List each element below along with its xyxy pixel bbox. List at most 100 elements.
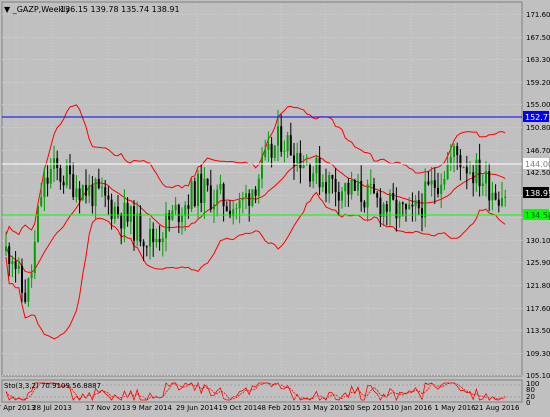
- candle-body: [392, 193, 395, 200]
- candle-body: [264, 149, 267, 158]
- candle-body: [142, 241, 145, 247]
- candle-body: [443, 178, 446, 185]
- candle-body: [216, 189, 219, 205]
- candle-body: [430, 180, 433, 185]
- candle-body: [213, 204, 215, 210]
- candle-body: [72, 174, 75, 198]
- candle-body: [251, 189, 254, 206]
- candle-body: [97, 178, 100, 189]
- candle-body: [85, 185, 87, 196]
- candle-body: [385, 204, 388, 212]
- green-level-text: 134.58: [525, 211, 550, 220]
- candle-body: [309, 163, 311, 182]
- candle-body: [449, 156, 452, 164]
- candle-body: [8, 246, 11, 264]
- candle-body: [33, 241, 36, 274]
- candle-body: [494, 192, 497, 200]
- candle-body: [366, 184, 369, 208]
- candle-body: [206, 178, 209, 186]
- candle-body: [62, 181, 65, 186]
- candle-body: [37, 205, 39, 242]
- candle-body: [65, 165, 68, 186]
- date-tick-label: 19 Oct 2014: [218, 404, 262, 412]
- candle-body: [369, 184, 372, 186]
- candle-body: [181, 215, 183, 223]
- candle-body: [91, 185, 94, 207]
- price-tick-label: 105.10: [526, 372, 550, 380]
- price-tick-label: 171.60: [526, 11, 550, 19]
- candle-body: [88, 185, 91, 196]
- candle: [81, 184, 84, 202]
- candle-body: [120, 214, 123, 229]
- candle-body: [254, 189, 257, 196]
- candle-body: [481, 183, 484, 187]
- candle-body: [248, 193, 251, 206]
- candle-body: [363, 201, 366, 208]
- candle-body: [273, 145, 276, 158]
- candle-body: [267, 143, 270, 150]
- candle-body: [411, 204, 414, 207]
- candle-body: [398, 202, 401, 219]
- candle-body: [465, 167, 468, 174]
- date-tick-label: 8 Feb 2015: [261, 404, 300, 412]
- candle-body: [190, 181, 193, 210]
- candle-body: [328, 174, 331, 194]
- candle-body: [27, 278, 30, 302]
- candle-body: [341, 191, 343, 201]
- price-chart[interactable]: 171.60 167.50 163.30 159.20 155.00 150.80 146.…: [0, 0, 550, 413]
- candle-body: [165, 213, 167, 239]
- candle-body: [126, 202, 129, 222]
- candle-body: [117, 206, 119, 215]
- candle-body: [238, 200, 241, 209]
- candle-body: [257, 178, 260, 196]
- candle-body: [462, 167, 465, 169]
- candle-body: [129, 206, 132, 222]
- white-level-text: 144.00: [525, 160, 550, 169]
- candle-body: [30, 273, 33, 279]
- candle-body: [453, 146, 455, 157]
- blue-level-text: 152.77: [525, 113, 550, 122]
- price-tick-label: 155.00: [526, 101, 550, 109]
- candle-body: [485, 171, 487, 184]
- candle-body: [123, 202, 126, 229]
- candle-body: [357, 180, 359, 191]
- date-tick-label: 29 Jun 2014: [176, 404, 219, 412]
- candle-body: [241, 198, 244, 201]
- candle-body: [113, 206, 116, 219]
- candle-body: [424, 181, 427, 218]
- candle-body: [433, 180, 436, 188]
- candle-body: [472, 172, 475, 184]
- candle-body: [49, 168, 52, 184]
- candle-body: [446, 163, 449, 179]
- date-tick-label: 10 Jan 2016: [390, 404, 433, 412]
- date-tick-label: 9 Mar 2014: [132, 404, 172, 412]
- candle-body: [209, 185, 212, 210]
- candle-body: [107, 195, 110, 200]
- candle-body: [197, 173, 199, 207]
- candle-body: [344, 182, 347, 192]
- price-tick-label: 117.60: [526, 305, 550, 313]
- candle-body: [69, 165, 71, 175]
- candle-body: [501, 198, 503, 206]
- price-tick-label: 142.50: [526, 169, 550, 177]
- candle-body: [225, 206, 228, 211]
- candle-body: [24, 292, 27, 302]
- candle-body: [280, 126, 283, 152]
- candle-body: [302, 165, 305, 169]
- candle-body: [133, 206, 135, 241]
- chart-window[interactable]: 171.60 167.50 163.30 159.20 155.00 150.80 146.…: [0, 0, 550, 413]
- candle-body: [40, 197, 43, 206]
- candle-body: [401, 202, 404, 205]
- candle-body: [350, 179, 353, 195]
- candle-body: [59, 168, 62, 182]
- candle-body: [46, 177, 49, 184]
- candle-body: [5, 246, 7, 252]
- candle-body: [299, 153, 302, 169]
- candle-body: [11, 261, 14, 264]
- candle-body: [312, 173, 315, 182]
- candle-body: [158, 239, 161, 243]
- price-tick-label: 167.50: [526, 34, 550, 42]
- candle: [190, 178, 193, 212]
- candle-body: [360, 180, 363, 202]
- candle-body: [331, 174, 334, 179]
